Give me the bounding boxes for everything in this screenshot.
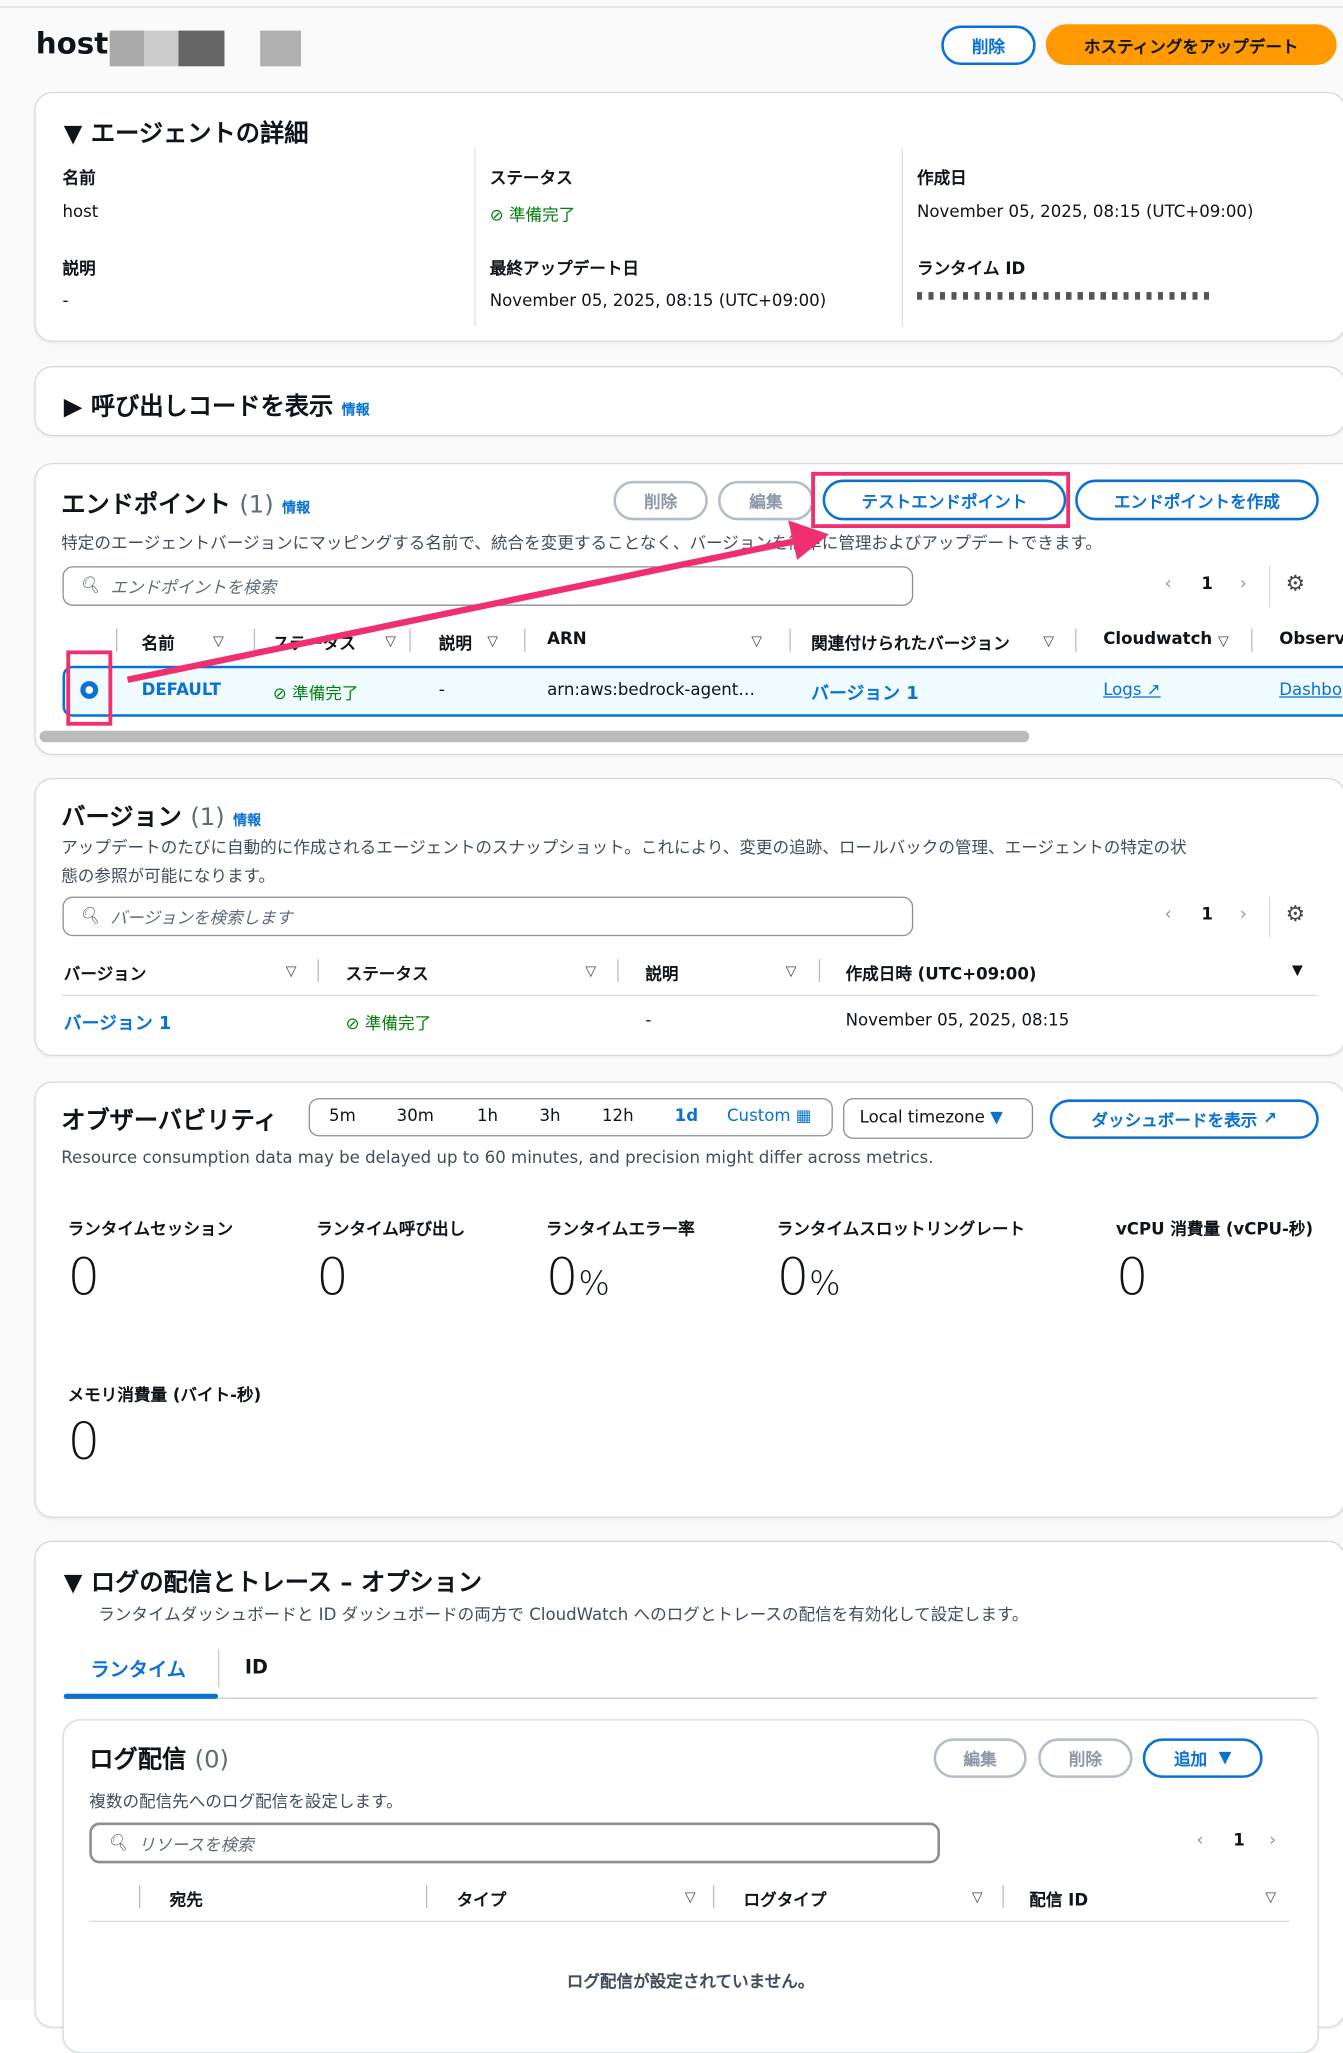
page: host 削除 ホスティングをアップデート ▼ エージェントの詳細 名前 hos… (0, 0, 1343, 2053)
arrow-shaft (126, 537, 798, 683)
annotation-arrow (126, 520, 830, 683)
arrow-head (788, 520, 830, 560)
